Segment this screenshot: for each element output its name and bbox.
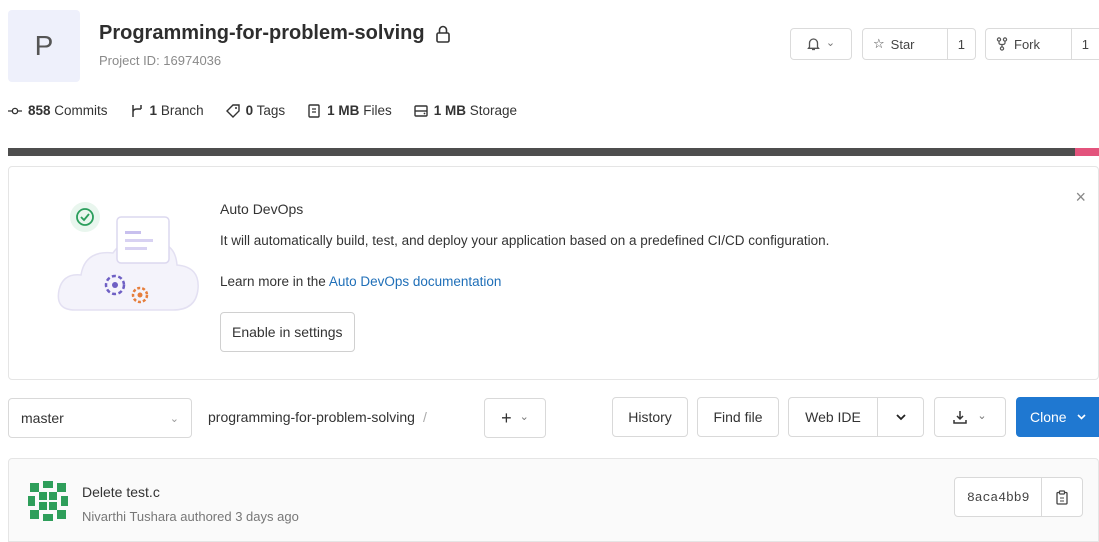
- web-ide-button[interactable]: Web IDE: [789, 398, 878, 436]
- auto-devops-documentation-link[interactable]: Auto DevOps documentation: [329, 274, 502, 289]
- bell-icon: [807, 38, 820, 51]
- chevron-down-icon: [1077, 414, 1086, 420]
- breadcrumb-separator: /: [422, 409, 427, 425]
- stat-storage[interactable]: 1 MB Storage: [414, 103, 517, 118]
- project-id: Project ID: 16974036: [99, 53, 222, 68]
- author-avatar: [26, 479, 70, 523]
- auto-devops-illustration-icon: [57, 202, 199, 311]
- auto-devops-learn-more: Learn more in the Auto DevOps documentat…: [220, 274, 502, 289]
- storage-icon: [414, 104, 428, 117]
- notification-button[interactable]: ⌄: [790, 28, 852, 60]
- file-icon: [308, 103, 320, 118]
- breadcrumb: programming-for-problem-solving /: [208, 409, 427, 425]
- language-bar-secondary: [1075, 148, 1099, 156]
- fork-icon: [996, 37, 1008, 51]
- chevron-down-icon: [895, 413, 906, 420]
- fork-count[interactable]: 1: [1070, 29, 1099, 59]
- commit-icon: [8, 107, 22, 114]
- branch-icon: [131, 104, 142, 117]
- history-button[interactable]: History: [612, 397, 688, 437]
- chevron-down-icon: ⌄: [825, 36, 836, 49]
- auto-devops-description: It will automatically build, test, and d…: [220, 233, 830, 248]
- fork-label: Fork: [1014, 36, 1040, 52]
- commit-message[interactable]: Delete test.c: [82, 484, 160, 500]
- breadcrumb-project[interactable]: programming-for-problem-solving: [208, 409, 415, 425]
- branch-name: master: [21, 410, 64, 426]
- add-dropdown-button[interactable]: + ⌄: [484, 398, 546, 438]
- star-icon: ☆: [873, 36, 885, 51]
- commit-author: Nivarthi Tushara authored 3 days ago: [82, 509, 299, 524]
- download-icon: [953, 411, 968, 424]
- chevron-down-icon: ⌄: [977, 409, 987, 422]
- enable-in-settings-button[interactable]: Enable in settings: [220, 312, 355, 352]
- chevron-down-icon: ⌄: [519, 410, 529, 423]
- stat-branches[interactable]: 1 Branch: [130, 103, 204, 118]
- plus-icon: +: [501, 407, 512, 428]
- download-dropdown-button[interactable]: ⌄: [934, 397, 1006, 437]
- branch-selector[interactable]: master ⌄: [8, 398, 192, 438]
- project-stats: 858 Commits 1 Branch 0 Tags 1 MB Files 1…: [8, 103, 517, 118]
- star-count[interactable]: 1: [946, 29, 975, 59]
- clone-label: Clone: [1030, 409, 1067, 425]
- repository-language-bar: [8, 148, 1099, 156]
- stat-tags[interactable]: 0 Tags: [225, 103, 285, 118]
- project-name[interactable]: Programming-for-problem-solving: [99, 22, 425, 45]
- auto-devops-title: Auto DevOps: [220, 201, 304, 217]
- commit-sha-group: 8aca4bb9: [954, 477, 1084, 517]
- clipboard-icon: [1056, 489, 1069, 505]
- web-ide-button-group[interactable]: Web IDE: [788, 397, 924, 437]
- stat-files[interactable]: 1 MB Files: [307, 103, 392, 118]
- tag-icon: [225, 103, 240, 118]
- find-file-button[interactable]: Find file: [697, 397, 779, 437]
- close-icon[interactable]: ×: [1075, 187, 1086, 208]
- commit-sha[interactable]: 8aca4bb9: [955, 478, 1043, 516]
- lock-icon: [435, 25, 450, 43]
- fork-button[interactable]: Fork 1: [985, 28, 1099, 60]
- auto-devops-banner: Auto DevOps It will automatically build,…: [8, 166, 1099, 380]
- language-bar-primary: [8, 148, 1075, 156]
- chevron-down-icon: ⌄: [169, 412, 179, 425]
- last-commit-panel: Delete test.c Nivarthi Tushara authored …: [8, 458, 1099, 542]
- clone-button[interactable]: Clone: [1016, 397, 1099, 437]
- project-title: Programming-for-problem-solving: [99, 22, 451, 45]
- star-label: Star: [890, 36, 915, 52]
- star-button[interactable]: ☆ Star 1: [862, 28, 976, 60]
- web-ide-dropdown-toggle[interactable]: [878, 413, 923, 421]
- project-avatar: P: [8, 10, 80, 82]
- copy-sha-button[interactable]: [1042, 478, 1082, 516]
- stat-commits[interactable]: 858 Commits: [8, 103, 108, 118]
